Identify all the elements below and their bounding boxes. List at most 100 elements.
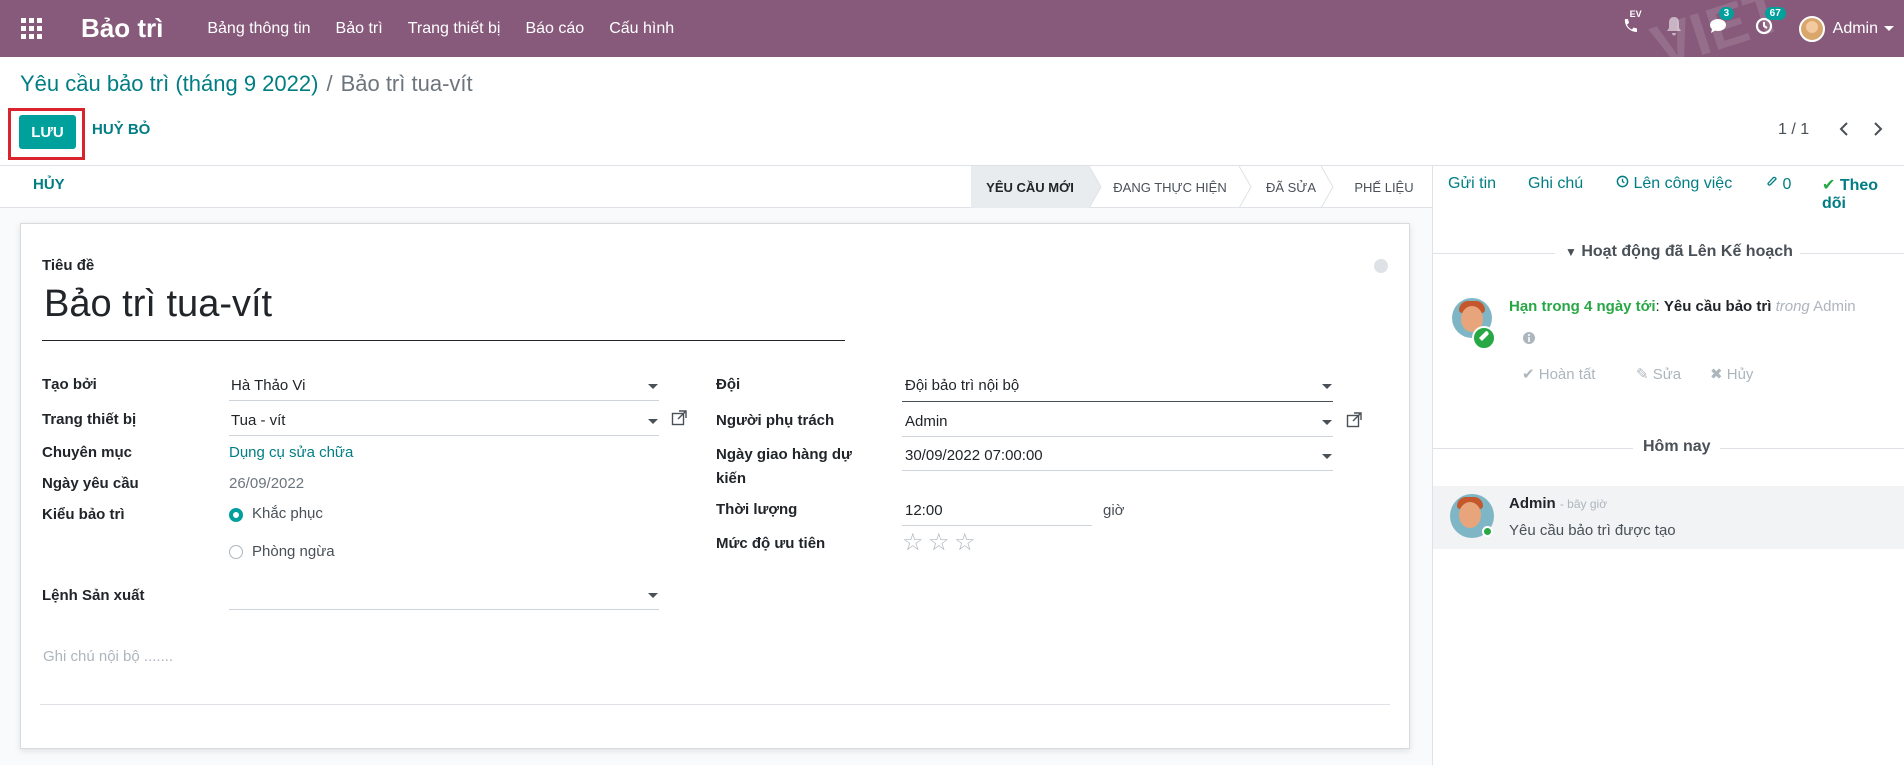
stage-scrap[interactable]: PHẾ LIỆU [1336,166,1432,208]
activity-due: Hạn trong 4 ngày tới [1509,298,1656,315]
message-author[interactable]: Admin [1509,495,1556,512]
breadcrumb: Yêu cầu bảo trì (tháng 9 2022) / Bảo trì t… [20,71,473,97]
user-avatar[interactable] [1798,15,1825,42]
notes-underline [40,704,1390,705]
message-time: - bây giờ [1559,497,1608,511]
created-by-field[interactable]: Hà Thảo Vi [231,377,306,394]
activities-badge: 67 [1764,7,1786,20]
planned-activities-toggle[interactable]: ▼ Hoạt động đã Lên Kế hoạch [1565,243,1793,261]
menu-configuration[interactable]: Cấu hình [609,20,674,38]
stage-in-progress[interactable]: ĐANG THỰC HIỆN [1101,166,1239,208]
phone-icon[interactable]: EV [1621,9,1642,40]
activity-cancel-button[interactable]: ✖ Hủy [1710,365,1753,383]
responsible-field[interactable]: Admin [905,413,948,430]
duration-label: Thời lượng [716,501,798,518]
duration-field[interactable]: 12:00 [905,502,943,519]
title-label: Tiêu đề [42,257,95,274]
activity-done-button[interactable]: ✔ Hoàn tất [1522,365,1595,383]
pager-previous-icon[interactable] [1838,120,1850,143]
team-field[interactable]: Đội bảo trì nội bộ [905,377,1019,394]
info-icon[interactable] [1522,331,1536,349]
save-button[interactable]: LƯU [19,115,76,149]
log-note-button[interactable]: Ghi chú [1528,175,1583,193]
clock-icon [1616,175,1633,192]
message-body: Yêu cầu bảo trì được tạo [1509,522,1676,539]
apps-menu-icon[interactable] [21,17,43,40]
stage-repaired[interactable]: ĐÃ SỬA [1251,166,1331,208]
request-date-label: Ngày yêu cầu [42,475,139,492]
send-message-button[interactable]: Gửi tin [1448,175,1496,193]
maintenance-type-label: Kiểu bảo trì [42,506,125,523]
category-link[interactable]: Dụng cụ sửa chữa [229,444,353,461]
responsible-dropdown-icon[interactable] [1322,420,1332,425]
title-input[interactable]: Bảo trì tua-vít [42,283,845,341]
attachments-count: 0 [1782,176,1792,193]
pager-value[interactable]: 1 / 1 [1778,121,1809,139]
wrench-icon [1472,326,1496,350]
close-icon: ✖ [1710,366,1723,383]
paperclip-icon [1766,176,1782,193]
activity-title: Yêu cầu bảo trì [1663,298,1772,315]
production-order-label: Lệnh Sản xuất [42,587,145,604]
stage-new-request[interactable]: YÊU CẦU MỚI [971,166,1089,208]
priority-label: Mức độ ưu tiên [716,535,826,552]
activity-edit-button[interactable]: ✎ Sửa [1636,365,1681,383]
equipment-label: Trang thiết bị [42,411,137,428]
planned-activities-heading: Hoạt động đã Lên Kế hoạch [1581,243,1793,260]
scheduled-date-dropdown-icon[interactable] [1322,454,1332,459]
scheduled-date-label-line1: Ngày giao hàng dự [716,446,852,463]
priority-star-icon[interactable]: ☆ [954,528,976,557]
created-by-label: Tạo bởi [42,376,97,393]
breadcrumb-separator: / [326,71,333,96]
message-item [1433,486,1904,549]
team-dropdown-icon[interactable] [1322,384,1332,389]
pencil-icon: ✎ [1636,366,1649,383]
scheduled-date-field[interactable]: 30/09/2022 07:00:00 [905,447,1043,464]
discard-button[interactable]: HUỶ BỎ [92,121,150,138]
production-order-field[interactable] [229,609,659,610]
app-name[interactable]: Bảo trì [81,13,163,44]
team-underline [902,401,1333,402]
menu-maintenance[interactable]: Bảo trì [336,20,383,38]
menu-dashboard[interactable]: Bảng thông tin [207,20,310,38]
equipment-external-link-icon[interactable] [671,410,687,429]
corrective-radio[interactable] [229,508,243,522]
preventive-label[interactable]: Phòng ngừa [252,543,335,560]
menu-reporting[interactable]: Báo cáo [525,20,584,38]
priority-star-icon[interactable]: ☆ [928,528,950,557]
activity-assignee: Admin [1813,298,1856,315]
activities-icon[interactable]: 67 [1755,7,1786,40]
top-navbar: Bảo trì Bảng thông tin Bảo trì Trang thi… [0,0,1904,81]
activity-colon: : [1655,298,1660,315]
category-label: Chuyên mục [42,444,133,461]
messages-icon[interactable]: 3 [1709,7,1735,40]
menu-equipment[interactable]: Trang thiết bị [408,20,501,38]
activity-cancel-label: Hủy [1726,366,1754,383]
schedule-activity-button[interactable]: Lên công việc [1616,175,1732,193]
equipment-field[interactable]: Tua - vít [231,412,285,429]
cancel-request-button[interactable]: HỦY [33,176,65,193]
responsible-external-link-icon[interactable] [1346,412,1362,431]
divider-line [1433,448,1633,449]
equipment-dropdown-icon[interactable] [648,419,658,424]
follow-button[interactable]: ✔ Theo dõi [1822,175,1904,213]
request-date-value: 26/09/2022 [229,475,305,492]
check-icon: ✔ [1522,366,1535,383]
priority-star-icon[interactable]: ☆ [902,528,924,557]
user-menu[interactable]: Admin [1833,20,1878,38]
preventive-radio[interactable] [229,545,243,559]
pager-next-icon[interactable] [1872,120,1884,143]
caret-down-icon: ▼ [1565,245,1577,259]
kanban-state-icon[interactable] [1374,259,1388,273]
user-menu-caret-icon[interactable] [1884,26,1894,31]
check-icon: ✔ [1822,177,1836,194]
attachments-button[interactable]: 0 [1766,175,1791,194]
production-order-dropdown-icon[interactable] [648,593,658,598]
created-by-dropdown-icon[interactable] [648,384,658,389]
bell-icon[interactable] [1665,16,1683,41]
corrective-label[interactable]: Khắc phục [252,505,323,522]
internal-notes-field[interactable]: Ghi chú nội bộ ....... [43,648,173,665]
breadcrumb-parent[interactable]: Yêu cầu bảo trì (tháng 9 2022) [20,71,318,96]
team-label: Đội [716,376,741,393]
responsible-label: Người phụ trách [716,412,835,429]
